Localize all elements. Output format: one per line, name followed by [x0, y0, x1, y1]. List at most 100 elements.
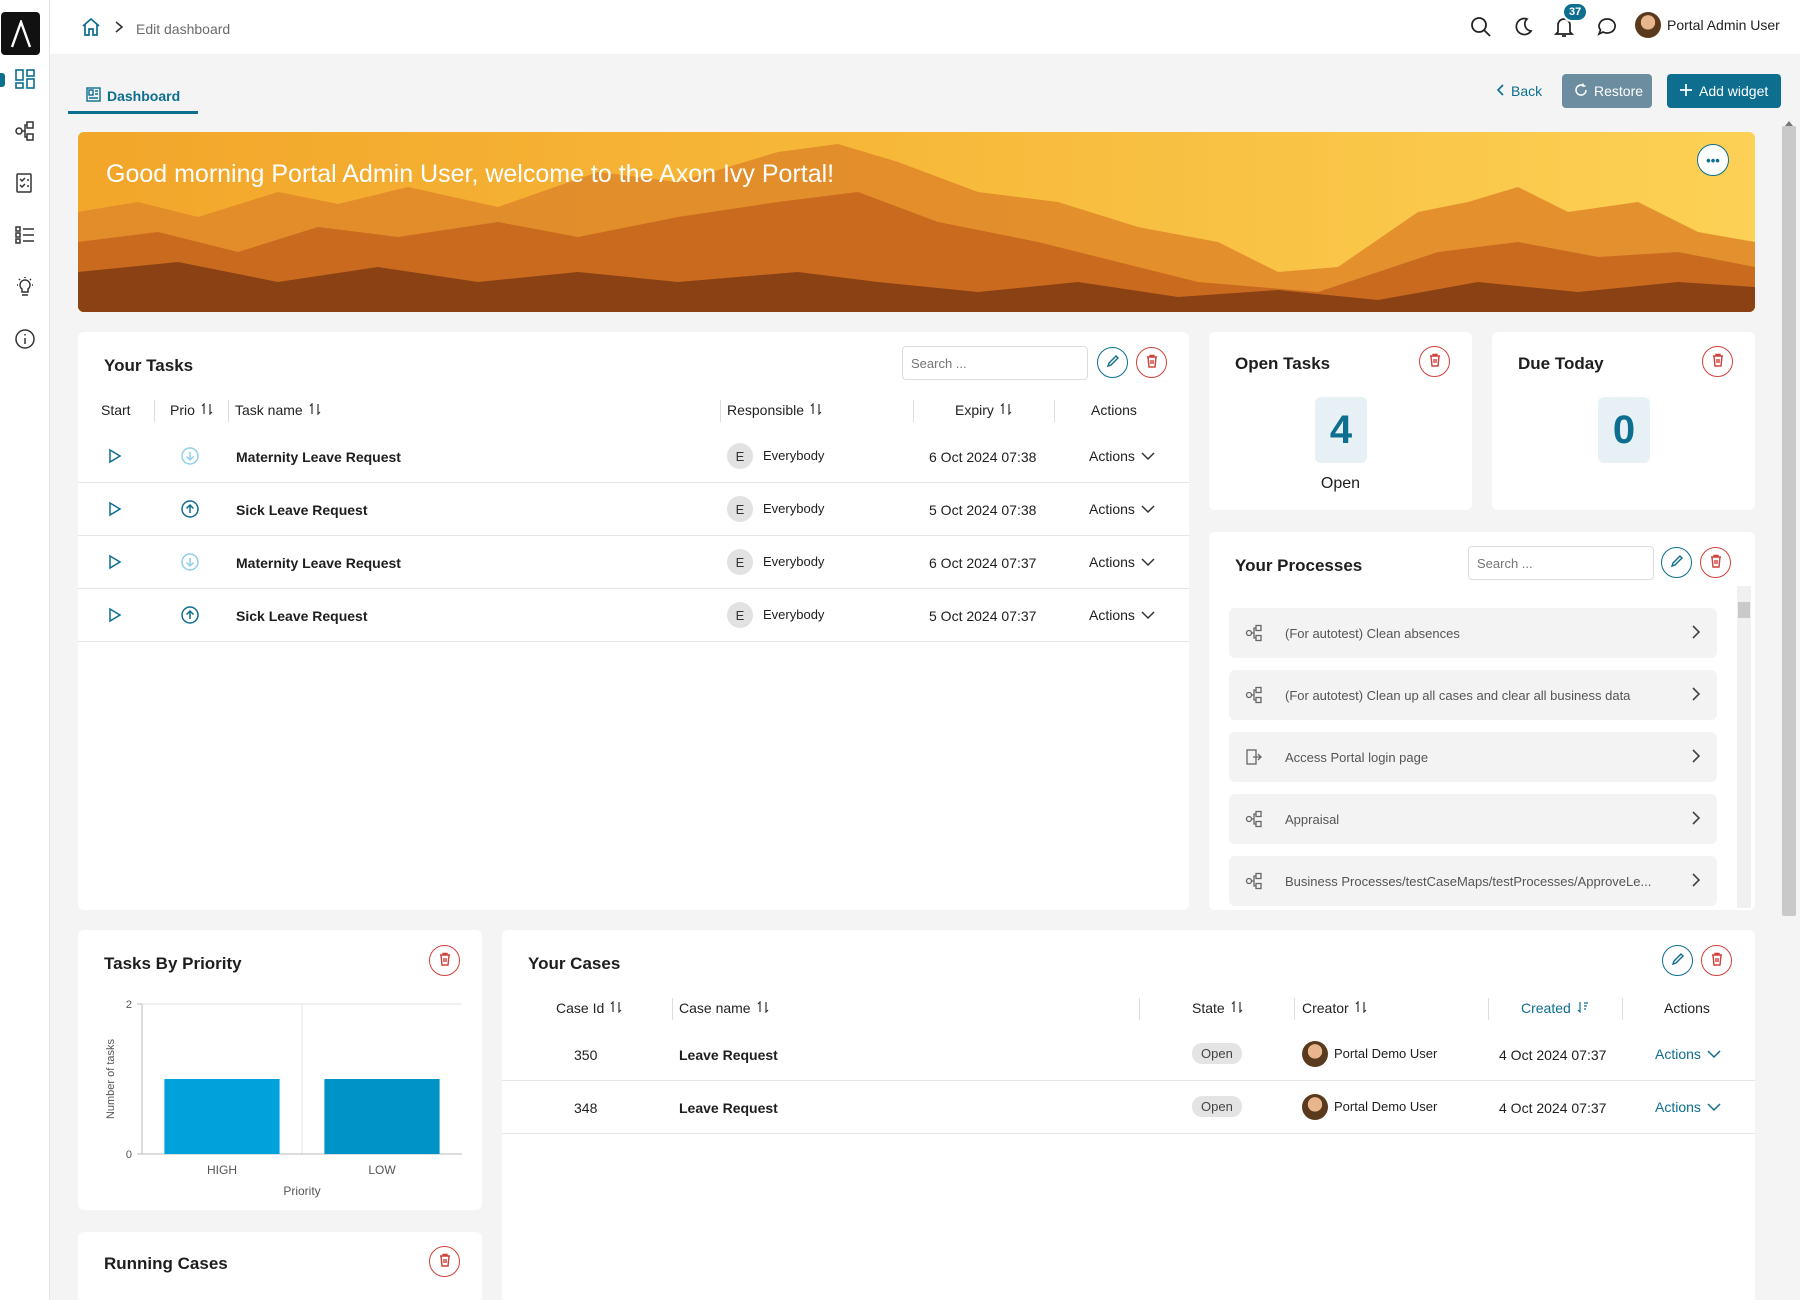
case-name[interactable]: Leave Request: [679, 1100, 778, 1116]
back-button[interactable]: Back: [1484, 74, 1554, 108]
your-tasks-delete-button[interactable]: [1136, 347, 1167, 378]
your-cases-edit-button[interactable]: [1662, 945, 1693, 976]
task-name[interactable]: Sick Leave Request: [236, 608, 368, 624]
topbar: Edit dashboard 37 Portal Admin User: [50, 0, 1800, 54]
column-expiry[interactable]: Expiry: [955, 402, 1012, 418]
your-tasks-title: Your Tasks: [104, 356, 194, 375]
responsible-avatar: E: [727, 443, 753, 469]
column-prio[interactable]: Prio: [170, 402, 213, 418]
tasks-by-priority-delete-button[interactable]: [429, 945, 460, 976]
case-actions-menu[interactable]: Actions: [1655, 1046, 1721, 1062]
column-created[interactable]: Created: [1521, 1000, 1589, 1016]
table-row[interactable]: Sick Leave Request E Everybody 5 Oct 202…: [78, 483, 1189, 536]
task-actions-menu[interactable]: Actions: [1089, 501, 1155, 517]
play-icon[interactable]: [108, 501, 122, 520]
tab-dashboard[interactable]: Dashboard: [68, 80, 199, 114]
table-row[interactable]: Maternity Leave Request E Everybody 6 Oc…: [78, 430, 1189, 483]
case-id: 348: [574, 1100, 598, 1116]
add-widget-button[interactable]: Add widget: [1667, 74, 1781, 108]
play-icon[interactable]: [108, 554, 122, 573]
dashboard-icon: [86, 86, 101, 105]
home-icon[interactable]: [80, 16, 102, 41]
task-actions-menu[interactable]: Actions: [1089, 448, 1155, 464]
restore-button[interactable]: Restore: [1562, 74, 1652, 108]
scroll-up-icon[interactable]: [1784, 114, 1794, 130]
sidebar-item-tasks-icon[interactable]: [12, 170, 38, 196]
your-tasks-search-input[interactable]: [902, 346, 1088, 380]
task-actions-label: Actions: [1089, 501, 1135, 517]
table-row[interactable]: Maternity Leave Request E Everybody 6 Oc…: [78, 536, 1189, 589]
column-case-id[interactable]: Case Id: [556, 1000, 622, 1016]
process-list-scrollbar[interactable]: [1737, 586, 1751, 908]
sort-descending-icon: [1577, 1000, 1589, 1016]
axon-ivy-logo[interactable]: [1, 12, 40, 55]
task-name[interactable]: Maternity Leave Request: [236, 555, 401, 571]
your-processes-search-input[interactable]: [1468, 546, 1654, 580]
process-item[interactable]: (For autotest) Clean up all cases and cl…: [1229, 670, 1717, 720]
table-row[interactable]: 348 Leave Request Open Portal Demo User …: [502, 1081, 1755, 1134]
responsible-name: Everybody: [763, 607, 825, 622]
column-state-label: State: [1192, 1000, 1225, 1016]
column-responsible[interactable]: Responsible: [727, 402, 822, 418]
column-actions: Actions: [1091, 402, 1137, 418]
trash-icon: [438, 952, 452, 969]
task-actions-menu[interactable]: Actions: [1089, 554, 1155, 570]
table-row[interactable]: Sick Leave Request E Everybody 5 Oct 202…: [78, 589, 1189, 642]
pencil-icon: [1670, 554, 1684, 571]
your-processes-edit-button[interactable]: [1661, 547, 1692, 578]
process-item[interactable]: Business Processes/testCaseMaps/testProc…: [1229, 856, 1717, 906]
sidebar-active-indicator: [0, 73, 5, 87]
your-processes-delete-button[interactable]: [1700, 547, 1731, 578]
your-cases-delete-button[interactable]: [1701, 945, 1732, 976]
trash-icon: [1145, 354, 1159, 371]
your-tasks-edit-button[interactable]: [1097, 347, 1128, 378]
due-today-delete-button[interactable]: [1702, 346, 1733, 377]
running-cases-delete-button[interactable]: [429, 1246, 460, 1277]
chat-icon[interactable]: [1596, 16, 1618, 41]
open-tasks-delete-button[interactable]: [1419, 346, 1450, 377]
chevron-right-icon: [1691, 872, 1701, 891]
due-today-count[interactable]: 0: [1598, 397, 1650, 463]
column-divider: [1622, 998, 1623, 1020]
case-name[interactable]: Leave Request: [679, 1047, 778, 1063]
sidebar-item-dashboard-icon[interactable]: [12, 66, 38, 92]
column-state[interactable]: State: [1192, 1000, 1243, 1016]
sidebar-item-statistics-icon[interactable]: [12, 274, 38, 300]
user-menu[interactable]: Portal Admin User: [1635, 12, 1780, 38]
case-actions-menu[interactable]: Actions: [1655, 1099, 1721, 1115]
open-tasks-count[interactable]: 4: [1315, 397, 1367, 463]
your-cases-table-body: 350 Leave Request Open Portal Demo User …: [502, 1028, 1755, 1134]
task-name[interactable]: Maternity Leave Request: [236, 449, 401, 465]
page-scrollbar-thumb[interactable]: [1782, 126, 1796, 916]
play-icon[interactable]: [108, 607, 122, 626]
play-icon[interactable]: [108, 448, 122, 467]
table-row[interactable]: 350 Leave Request Open Portal Demo User …: [502, 1028, 1755, 1081]
column-case-name[interactable]: Case name: [679, 1000, 769, 1016]
due-today-title: Due Today: [1518, 354, 1604, 373]
task-name[interactable]: Sick Leave Request: [236, 502, 368, 518]
sidebar-item-processes-icon[interactable]: [12, 118, 38, 144]
process-item[interactable]: Access Portal login page: [1229, 732, 1717, 782]
chevron-down-icon: [1141, 448, 1155, 464]
notification-badge: 37: [1562, 2, 1589, 22]
column-task-name-label: Task name: [235, 402, 303, 418]
process-item[interactable]: Appraisal: [1229, 794, 1717, 844]
your-processes-widget: Your Processes (For autotest) Clean abse…: [1209, 532, 1755, 910]
responsible-name: Everybody: [763, 554, 825, 569]
process-item[interactable]: (For autotest) Clean absences: [1229, 608, 1717, 658]
column-creator[interactable]: Creator: [1302, 1000, 1367, 1016]
chevron-right-icon: [1691, 810, 1701, 829]
task-actions-label: Actions: [1089, 554, 1135, 570]
chevron-right-icon: [1691, 748, 1701, 767]
column-task-name[interactable]: Task name: [235, 402, 321, 418]
dark-mode-icon[interactable]: [1512, 16, 1534, 41]
sidebar-item-cases-icon[interactable]: [12, 222, 38, 248]
banner-more-button[interactable]: •••: [1697, 144, 1729, 176]
search-icon[interactable]: [1470, 16, 1492, 41]
sidebar-item-info-icon[interactable]: [12, 326, 38, 352]
chart-y-axis-label: Number of tasks: [105, 1038, 117, 1119]
tab-dashboard-label: Dashboard: [107, 87, 181, 104]
process-item-label: (For autotest) Clean up all cases and cl…: [1285, 687, 1631, 703]
task-actions-menu[interactable]: Actions: [1089, 607, 1155, 623]
scrollbar-thumb[interactable]: [1738, 602, 1750, 618]
